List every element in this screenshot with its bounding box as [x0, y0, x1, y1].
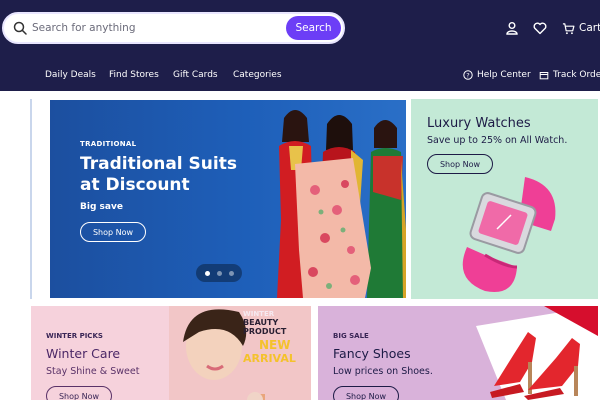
hero-subtitle: Big save: [80, 202, 123, 212]
cart-icon: [562, 22, 575, 34]
hero-title: Traditional Suits at Discount: [80, 154, 237, 196]
winter-card-subtitle: Stay Shine & Sweet: [46, 366, 140, 377]
search-input[interactable]: [32, 18, 282, 38]
winter-card-title: Winter Care: [46, 346, 121, 361]
cart-label: Cart: [579, 22, 600, 34]
nav-categories[interactable]: Categories: [233, 70, 282, 80]
shoes-shop-now-button[interactable]: Shop Now: [333, 386, 399, 400]
pink-watch-image: [462, 177, 556, 292]
ad-winter-text: WINTER: [243, 310, 275, 318]
ad-arrival-text: ARRIVAL: [243, 352, 296, 365]
carousel-dot-1[interactable]: [204, 270, 210, 276]
winter-shop-now-button[interactable]: Shop Now: [46, 386, 112, 400]
track-order-link[interactable]: Track Order: [539, 70, 600, 80]
heart-icon[interactable]: [533, 21, 547, 35]
track-order-label: Track Order: [553, 70, 600, 80]
watch-card-title: Luxury Watches: [427, 116, 531, 131]
carousel-dots: [196, 264, 242, 282]
user-icon[interactable]: [505, 21, 519, 35]
ad-new-text: NEW: [259, 338, 291, 352]
fancy-shoes-card[interactable]: BIG SALE Fancy Shoes Low prices on Shoes…: [318, 306, 598, 400]
top-header: Search Cart Daily Deals Find Stores Gift…: [0, 0, 600, 91]
carousel-dot-3[interactable]: [228, 270, 234, 276]
hero-slide[interactable]: TRADITIONAL Traditional Suits at Discoun…: [50, 100, 406, 298]
watch-card-subtitle: Save up to 25% on All Watch.: [427, 135, 568, 146]
box-icon: [539, 72, 549, 80]
watch-promo-card[interactable]: Luxury Watches Save up to 25% on All Wat…: [411, 99, 598, 299]
shoes-card-eyebrow: BIG SALE: [333, 332, 369, 340]
search-button[interactable]: Search: [286, 16, 341, 40]
hero-carousel: TRADITIONAL Traditional Suits at Discoun…: [30, 99, 406, 299]
models-illustration: [277, 110, 406, 298]
help-center-link[interactable]: ? Help Center: [463, 70, 531, 80]
search-icon: [13, 21, 27, 35]
ad-beauty-text: BEAUTY: [243, 318, 279, 327]
search-bar: Search: [2, 12, 345, 44]
carousel-dot-2[interactable]: [216, 270, 222, 276]
red-shoes-image: [476, 306, 598, 400]
hero-eyebrow: TRADITIONAL: [80, 140, 137, 148]
help-icon: ?: [463, 70, 473, 80]
svg-text:?: ?: [466, 72, 469, 80]
nav-gift-cards[interactable]: Gift Cards: [173, 70, 218, 80]
nav-daily-deals[interactable]: Daily Deals: [45, 70, 96, 80]
nav-find-stores[interactable]: Find Stores: [109, 70, 159, 80]
ad-product-text: PRODUCT: [243, 327, 287, 336]
help-center-label: Help Center: [477, 70, 531, 80]
winter-card-eyebrow: WINTER PICKS: [46, 332, 103, 340]
hero-shop-now-button[interactable]: Shop Now: [80, 222, 146, 242]
shoes-card-subtitle: Low prices on Shoes.: [333, 366, 433, 377]
cart-button[interactable]: Cart: [562, 21, 600, 35]
winter-care-card[interactable]: WINTER BEAUTY PRODUCT NEW ARRIVAL WINTER…: [31, 306, 311, 400]
shoes-card-title: Fancy Shoes: [333, 346, 411, 361]
